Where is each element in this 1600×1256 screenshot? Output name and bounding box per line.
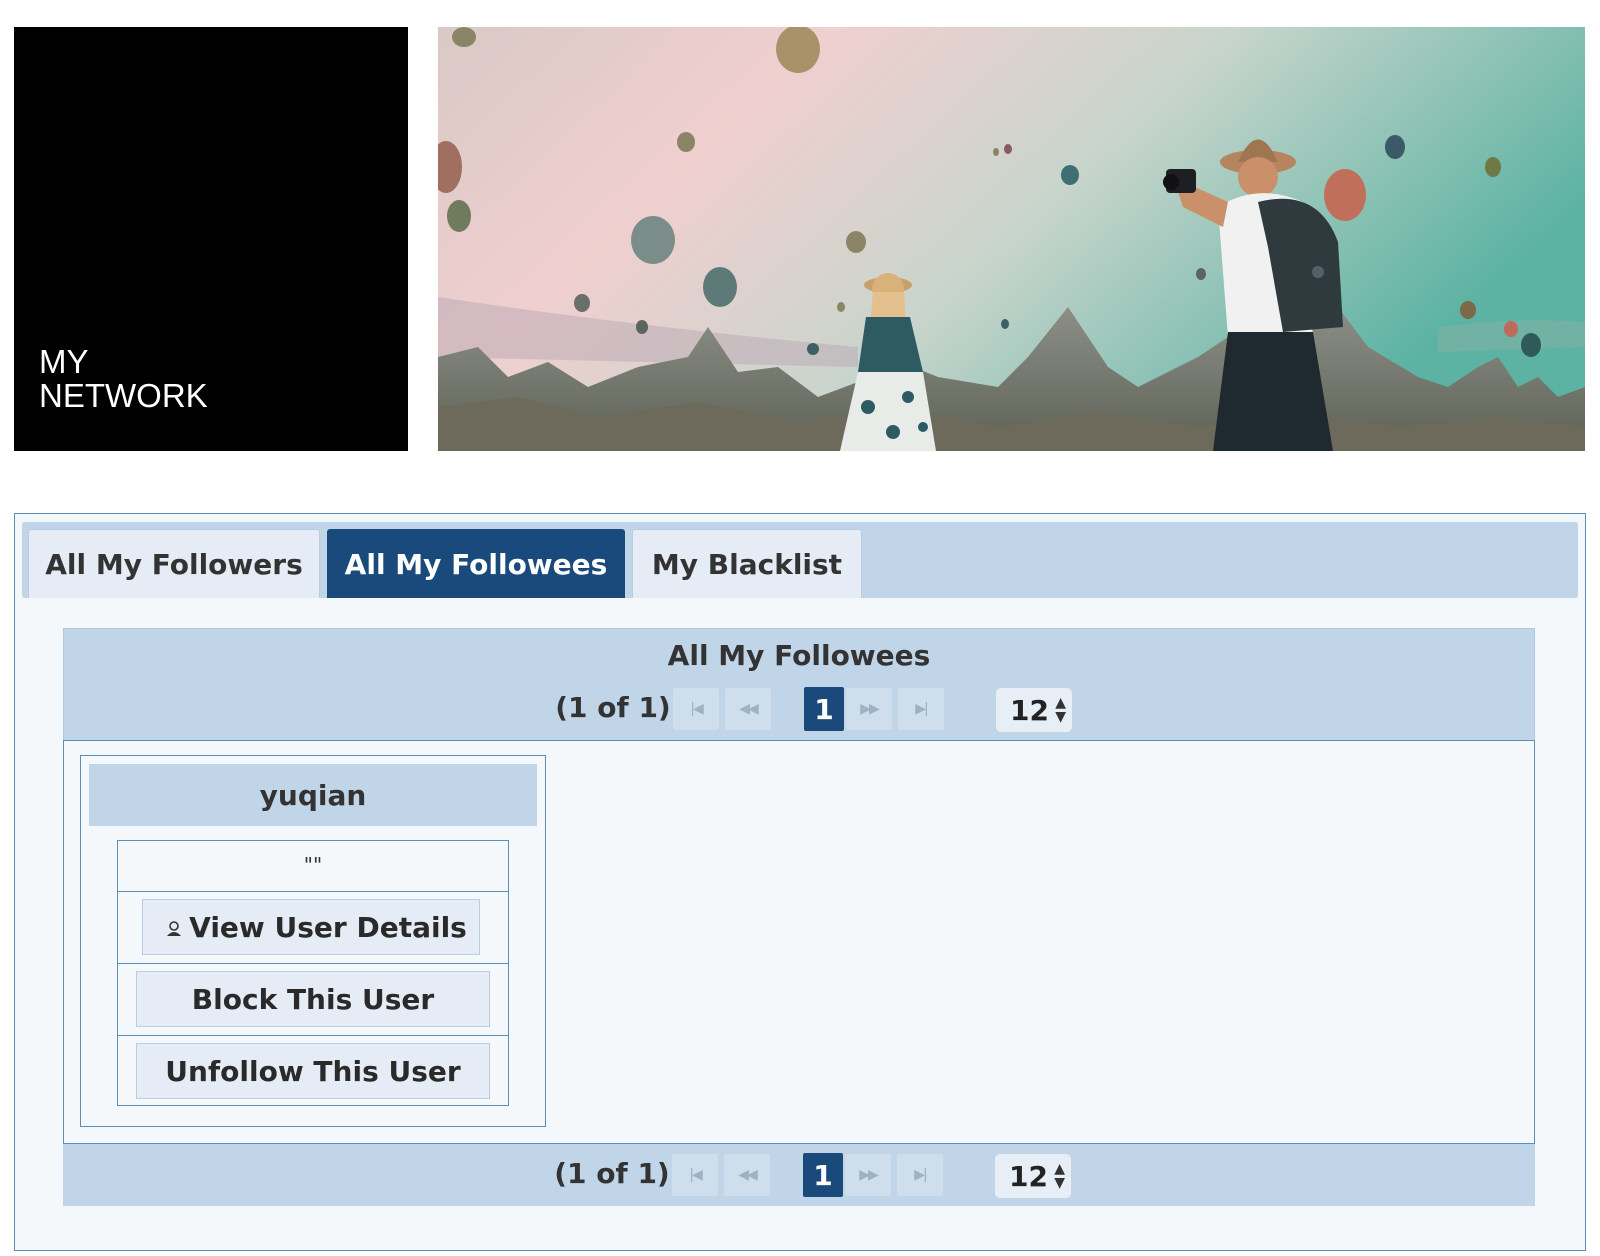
prev-page-icon[interactable]: ◀◀ <box>723 1153 771 1197</box>
next-page-icon[interactable]: ▶▶ <box>844 1153 892 1197</box>
banner-illustration <box>438 27 1585 451</box>
datagrid-footer: (1 of 1) |◀ ◀◀ 1 ▶▶ ▶| 12 ▲ ▼ <box>63 1144 1535 1206</box>
rows-per-page-select[interactable]: 12 ▲ ▼ <box>995 687 1073 733</box>
view-details-row: View User Details <box>118 892 508 964</box>
page-number-button[interactable]: 1 <box>803 1153 843 1197</box>
datagrid-content: yuqian "" View User Details Block This U… <box>63 740 1535 1144</box>
user-description-row: "" <box>118 841 508 892</box>
tab-nav: All My Followers All My Followees My Bla… <box>22 522 1578 598</box>
logo-text: MY NETWORK <box>39 343 208 414</box>
unfollow-user-button[interactable]: Unfollow This User <box>136 1043 490 1099</box>
select-arrows-icon: ▲ ▼ <box>1055 695 1066 725</box>
block-user-button[interactable]: Block This User <box>136 971 490 1027</box>
user-icon <box>167 921 181 936</box>
view-user-details-label: View User Details <box>189 910 467 944</box>
banner-image <box>438 27 1585 451</box>
site-logo: MY NETWORK <box>14 27 408 451</box>
datagrid-header: All My Followees (1 of 1) |◀ ◀◀ 1 ▶▶ ▶| … <box>63 628 1535 740</box>
network-tabview: All My Followers All My Followees My Bla… <box>14 513 1586 1251</box>
datagrid-title: All My Followees <box>667 639 931 672</box>
first-page-icon[interactable]: |◀ <box>672 687 720 731</box>
page-number-button[interactable]: 1 <box>804 687 844 731</box>
user-card: yuqian "" View User Details Block This U… <box>80 755 546 1127</box>
first-page-icon[interactable]: |◀ <box>671 1153 719 1197</box>
tab-all-my-followees[interactable]: All My Followees <box>327 529 625 598</box>
view-user-details-button[interactable]: View User Details <box>142 899 480 955</box>
rows-per-page-value: 12 <box>1009 1159 1048 1193</box>
prev-page-icon[interactable]: ◀◀ <box>724 687 772 731</box>
user-card-username: yuqian <box>89 764 537 826</box>
followees-datagrid: All My Followees (1 of 1) |◀ ◀◀ 1 ▶▶ ▶| … <box>63 628 1535 1212</box>
next-page-icon[interactable]: ▶▶ <box>845 687 893 731</box>
tab-all-my-followers[interactable]: All My Followers <box>28 529 320 598</box>
block-row: Block This User <box>118 964 508 1036</box>
tab-my-blacklist[interactable]: My Blacklist <box>632 529 862 598</box>
user-card-table: "" View User Details Block This User Unf… <box>117 840 509 1106</box>
bottom-paginator: (1 of 1) |◀ ◀◀ 1 ▶▶ ▶| 12 ▲ ▼ <box>63 1151 1535 1199</box>
top-paginator: (1 of 1) |◀ ◀◀ 1 ▶▶ ▶| 12 ▲ ▼ <box>64 685 1534 733</box>
unfollow-row: Unfollow This User <box>118 1036 508 1107</box>
rows-per-page-value: 12 <box>1010 693 1049 727</box>
last-page-icon[interactable]: ▶| <box>897 687 945 731</box>
rows-per-page-select[interactable]: 12 ▲ ▼ <box>994 1153 1072 1199</box>
user-description: "" <box>303 853 323 877</box>
select-arrows-icon: ▲ ▼ <box>1054 1161 1065 1191</box>
last-page-icon[interactable]: ▶| <box>896 1153 944 1197</box>
